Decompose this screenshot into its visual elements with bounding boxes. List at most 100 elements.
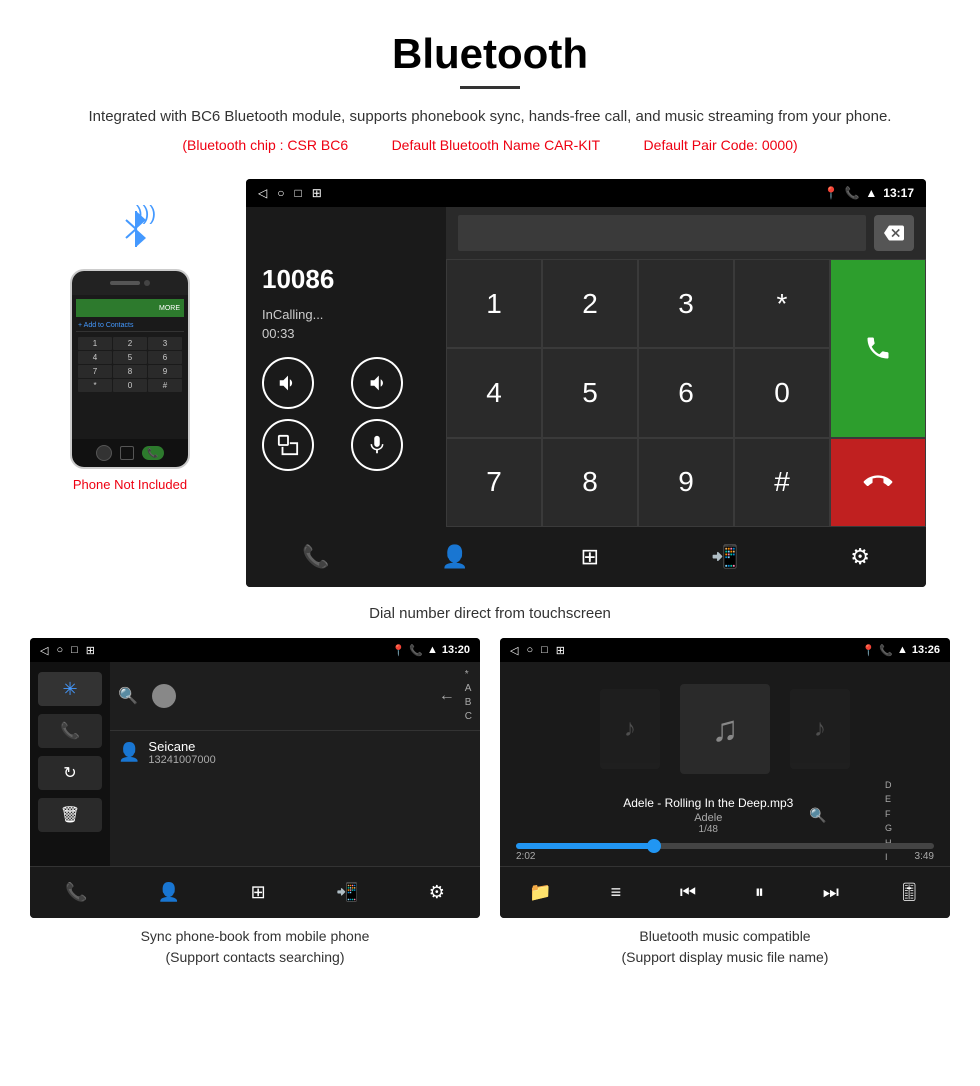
call-icon-sidebar: 📞	[60, 721, 80, 741]
music-note-right-icon: ♪	[814, 715, 826, 743]
key-8[interactable]: 8	[542, 438, 638, 527]
pb-sync-button[interactable]: ↻	[38, 756, 102, 790]
music-nav-list[interactable]: ≡	[611, 882, 622, 903]
phone-back-btn	[96, 445, 112, 461]
album-art-main: ♫	[680, 684, 770, 774]
end-call-button[interactable]	[830, 438, 926, 527]
phone-key-1: 1	[78, 337, 112, 350]
transfer-button[interactable]	[262, 419, 314, 471]
pb-call-button[interactable]: 📞	[38, 714, 102, 748]
bottom-screens: ◁ ○ □ ⊞ 📍 📞 ▲ 13:20 ✳	[0, 638, 980, 968]
key-5[interactable]: 5	[542, 348, 638, 437]
bluetooth-wave-icon: )))	[90, 199, 170, 259]
chip-spec: (Bluetooth chip : CSR BC6	[182, 137, 348, 153]
contact-avatar-icon: 👤	[118, 742, 140, 763]
phonebook-screen-wrap: ◁ ○ □ ⊞ 📍 📞 ▲ 13:20 ✳	[30, 638, 480, 968]
pb-nav-transfer[interactable]: 📲	[336, 882, 358, 903]
nav-contacts-icon[interactable]: 👤	[441, 544, 468, 570]
music-back: ◁	[510, 644, 518, 657]
nav-transfer-icon[interactable]: 📲	[711, 544, 738, 570]
music-status-right: 📍 📞 ▲ 13:26	[862, 644, 940, 657]
pb-search-bar: 🔍 ← * A B C	[110, 662, 480, 731]
album-art-area: ♪ ♫ ♪	[500, 662, 950, 796]
expand-icon: ⊞	[312, 186, 322, 200]
album-art-right: ♪	[790, 689, 850, 769]
back-icon: ◁	[258, 186, 267, 200]
pb-delete-button[interactable]: 🗑	[38, 798, 102, 832]
nav-call-icon[interactable]: 📞	[302, 544, 329, 570]
music-search-icon[interactable]: 🔍	[809, 807, 826, 824]
volume-down-button[interactable]	[351, 357, 403, 409]
phonebook-screen: ◁ ○ □ ⊞ 📍 📞 ▲ 13:20 ✳	[30, 638, 480, 918]
music-nav-folder[interactable]: 📁	[529, 882, 551, 903]
dial-number-input[interactable]	[458, 215, 866, 251]
phone-graphic: ))) MORE + Add to Contacts 1 2 3 4 5	[30, 179, 230, 587]
pb-nav-call[interactable]: 📞	[65, 882, 87, 903]
key-1[interactable]: 1	[446, 259, 542, 348]
phone-not-included-label: Phone Not Included	[73, 477, 187, 492]
music-progress: 2:02 3:49	[500, 839, 950, 866]
progress-bar[interactable]	[516, 843, 934, 849]
pb-recent: □	[71, 644, 78, 657]
music-artist: Adele	[623, 812, 793, 824]
microphone-button[interactable]	[351, 419, 403, 471]
dial-bottom-bar: 📞 👤 ⊞ 📲 ⚙	[246, 527, 926, 587]
phone-key-0: 0	[113, 379, 147, 392]
answer-call-button[interactable]	[830, 259, 926, 438]
key-hash[interactable]: #	[734, 438, 830, 527]
location-status-icon: 📍	[824, 186, 839, 200]
key-9[interactable]: 9	[638, 438, 734, 527]
music-screen-wrap: ◁ ○ □ ⊞ 📍 📞 ▲ 13:26 ♪	[500, 638, 950, 968]
music-nav-equalizer[interactable]: 🎚	[898, 882, 921, 903]
pb-home: ○	[56, 644, 63, 657]
music-nav-play[interactable]: ⏸	[755, 882, 764, 903]
phone-camera	[144, 280, 150, 286]
pb-time: 13:20	[442, 644, 470, 656]
key-0[interactable]: 0	[734, 348, 830, 437]
pb-main: 🔍 ← * A B C 👤 Seicane	[110, 662, 480, 866]
nav-settings-icon[interactable]: ⚙	[850, 544, 870, 570]
pb-bt-button[interactable]: ✳	[38, 672, 102, 706]
contact-item: 👤 Seicane 13241007000	[110, 731, 480, 774]
pb-nav-contacts[interactable]: 👤	[158, 882, 180, 903]
volume-up-button[interactable]	[262, 357, 314, 409]
nav-dialpad-icon[interactable]: ⊞	[581, 544, 599, 570]
pb-caption-line2: (Support contacts searching)	[34, 947, 476, 968]
code-spec: Default Pair Code: 0000)	[644, 137, 798, 153]
bt-icon-sidebar: ✳	[62, 679, 77, 700]
key-3[interactable]: 3	[638, 259, 734, 348]
call-status-icon: 📞	[844, 186, 859, 200]
dial-number-bar	[446, 207, 926, 259]
album-art-left: ♪	[600, 689, 660, 769]
wave-icon: )))	[136, 203, 156, 226]
pb-nav-dialpad[interactable]: ⊞	[251, 882, 266, 903]
key-6[interactable]: 6	[638, 348, 734, 437]
music-nav-next[interactable]: ⏭	[823, 882, 839, 903]
key-7[interactable]: 7	[446, 438, 542, 527]
call-controls	[262, 357, 430, 471]
pb-caption-line1: Sync phone-book from mobile phone	[34, 926, 476, 947]
pb-content: ✳ 📞 ↻ 🗑 🔍 ←	[30, 662, 480, 866]
phone-keypad: 1 2 3 4 5 6 7 8 9 * 0 #	[76, 335, 184, 394]
music-wifi-icon: ▲	[897, 644, 908, 656]
key-2[interactable]: 2	[542, 259, 638, 348]
phone-key-9: 9	[148, 365, 182, 378]
phone-key-6: 6	[148, 351, 182, 364]
phone-key-2: 2	[113, 337, 147, 350]
music-home: ○	[526, 644, 533, 657]
progress-dot	[647, 839, 661, 853]
backspace-button[interactable]	[874, 215, 914, 251]
pb-nav-settings[interactable]: ⚙	[429, 882, 445, 903]
music-nav-prev[interactable]: ⏮	[680, 882, 696, 903]
page-header: Bluetooth Integrated with BC6 Bluetooth …	[0, 0, 980, 179]
android-dial-screen: ◁ ○ □ ⊞ 📍 📞 ▲ 13:17 10086 InCalling... 0…	[246, 179, 926, 587]
status-right: 📍 📞 ▲ 13:17	[824, 186, 915, 200]
phone-mockup: MORE + Add to Contacts 1 2 3 4 5 6 7 8 9…	[70, 269, 190, 469]
alpha-c: C	[465, 710, 472, 724]
phone-speaker	[110, 281, 140, 285]
keypad-grid: 1 2 3 * 4 5 6 0 7 8 9 #	[446, 259, 926, 527]
music-screen: ◁ ○ □ ⊞ 📍 📞 ▲ 13:26 ♪	[500, 638, 950, 918]
key-4[interactable]: 4	[446, 348, 542, 437]
key-star[interactable]: *	[734, 259, 830, 348]
music-info-row: Adele - Rolling In the Deep.mp3 Adele 1/…	[516, 796, 934, 835]
